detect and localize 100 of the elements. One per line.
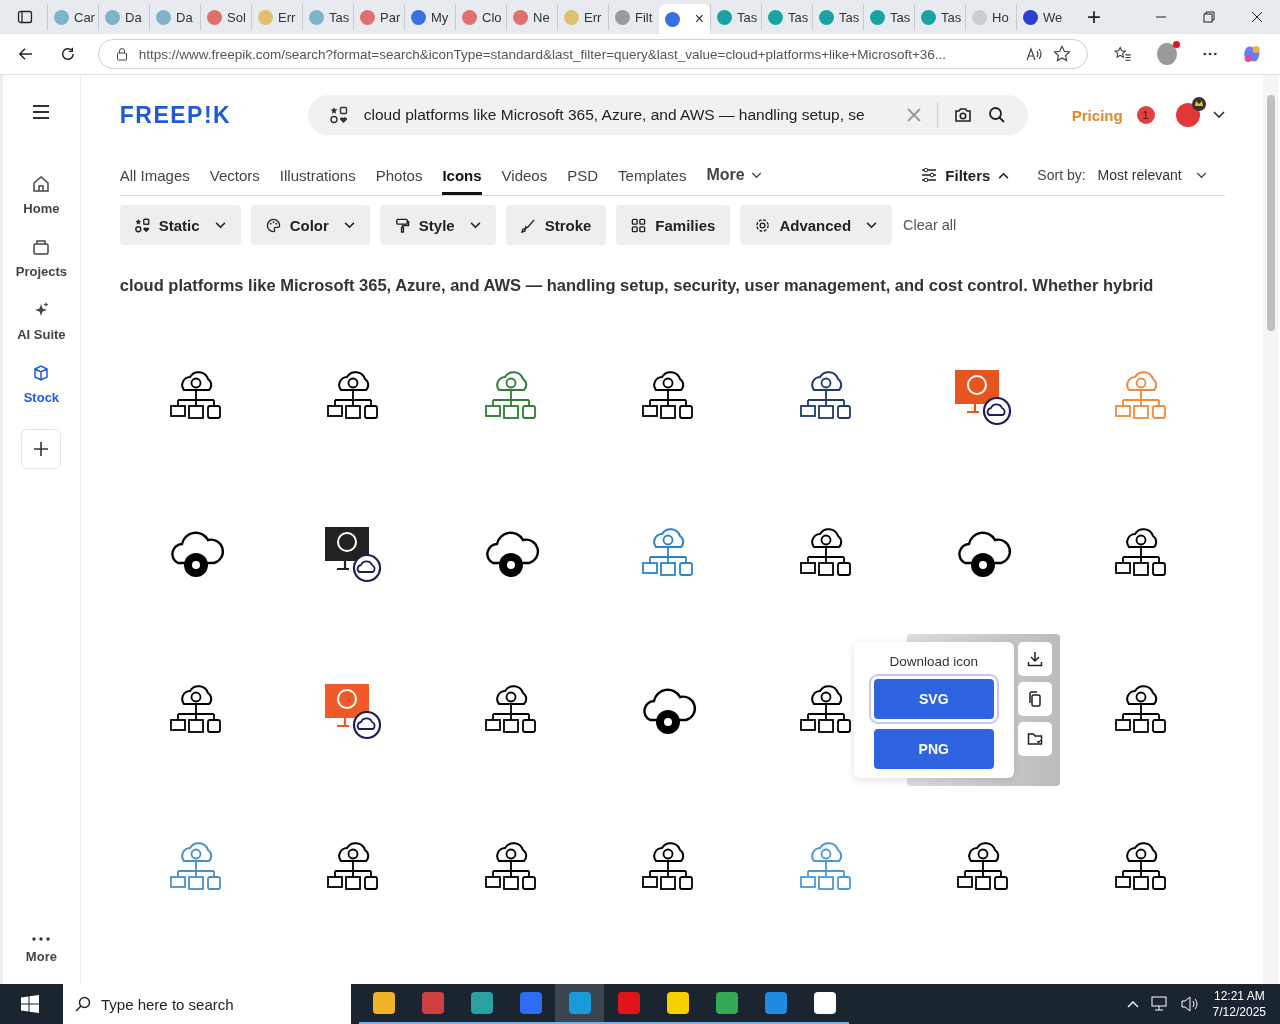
notification-badge[interactable]: 1 <box>1136 106 1155 124</box>
copy-icon <box>1026 691 1043 707</box>
browser-tab[interactable]: Err <box>251 4 302 30</box>
chevron-down-icon <box>1195 171 1207 179</box>
tab-actions-icon[interactable] <box>17 9 33 25</box>
folder-icon <box>32 238 51 256</box>
sidebar-item[interactable]: Home <box>23 175 60 216</box>
search-icon[interactable] <box>987 106 1006 124</box>
search-query-heading: cloud platforms like Microsoft 365, Azure, and AWS — handling setup, security, user management, and cost control. Whether hybrid <box>119 276 1155 295</box>
browser-tab[interactable]: × <box>659 4 710 34</box>
browser-tab[interactable]: Sol <box>200 4 251 30</box>
search-icon <box>75 996 91 1012</box>
sidebar-more-item[interactable]: More <box>25 937 57 964</box>
settings-icon <box>755 217 771 233</box>
new-tab-button[interactable]: + <box>1087 5 1101 29</box>
more-tab[interactable]: More <box>706 155 762 195</box>
chevron-down-icon <box>750 171 762 179</box>
user-avatar[interactable] <box>1174 96 1207 128</box>
category-tab[interactable]: Videos <box>501 155 548 195</box>
category-tab[interactable]: Illustrations <box>279 155 356 195</box>
more-options-icon[interactable] <box>1202 52 1217 56</box>
address-bar[interactable]: https://www.freepik.com/search?format=search&iconType=standard&last_filter=query&last_value=cloud+platforms+like+Microsoft+36... <box>97 39 1088 69</box>
brush-icon <box>520 217 536 233</box>
browser-tab[interactable]: We <box>1016 4 1067 30</box>
category-tab[interactable]: Templates <box>618 155 687 195</box>
download-icon <box>1026 651 1043 667</box>
taskbar-time[interactable]: 12:21 AM <box>1213 989 1265 1003</box>
shapes-icon <box>134 217 150 233</box>
star-icon[interactable] <box>1052 45 1071 63</box>
reload-icon[interactable] <box>59 45 76 63</box>
browser-tab[interactable]: Da <box>98 4 149 30</box>
icon-type-icon[interactable] <box>329 106 348 124</box>
sidebar-item[interactable]: Projects <box>15 238 68 279</box>
palette-icon <box>265 217 281 233</box>
search-field[interactable]: cloud platforms like Microsoft 365, Azure, and AWS — handling setup, se <box>363 106 891 124</box>
browser-tab[interactable]: Tas <box>914 4 965 30</box>
network-icon[interactable] <box>1150 996 1169 1012</box>
browser-tab[interactable]: Da <box>149 4 200 30</box>
sort-dropdown[interactable]: Most relevant <box>1097 167 1207 183</box>
logo[interactable]: FREEP!K <box>119 101 308 129</box>
scrollbar[interactable] <box>1262 75 1278 984</box>
filter-button[interactable]: Color <box>250 205 370 245</box>
chevron-down-icon[interactable] <box>1212 111 1225 119</box>
chevron-up-icon[interactable] <box>1126 1000 1139 1008</box>
icon-action-button[interactable] <box>1017 682 1052 716</box>
browser-tab[interactable]: Tas <box>761 4 812 30</box>
browser-tab[interactable]: Tas <box>863 4 914 30</box>
browser-tab[interactable]: Err <box>557 4 608 30</box>
filter-button[interactable]: Families <box>616 205 731 245</box>
browser-tab[interactable]: Clo <box>455 4 506 30</box>
category-tab[interactable]: All Images <box>119 155 190 195</box>
browser-tab[interactable]: Tas <box>302 4 353 30</box>
close-icon[interactable] <box>1251 11 1263 23</box>
copilot-icon[interactable] <box>1242 43 1262 65</box>
add-button[interactable] <box>21 429 62 469</box>
category-tab[interactable]: Icons <box>442 155 482 195</box>
filter-button[interactable]: Stroke <box>505 205 607 245</box>
restore-icon[interactable] <box>1203 11 1215 23</box>
sidebar-item[interactable]: AI Suite <box>17 301 66 342</box>
clear-all-link[interactable]: Clear all <box>903 217 957 233</box>
filter-button[interactable]: Advanced <box>740 205 893 245</box>
home-icon <box>32 175 51 193</box>
grid-icon <box>631 217 647 233</box>
folder-icon <box>1026 731 1043 747</box>
favorites-icon[interactable] <box>1113 45 1132 63</box>
camera-icon[interactable] <box>953 107 972 123</box>
filter-button[interactable]: Static <box>119 205 241 245</box>
start-icon[interactable] <box>21 995 39 1013</box>
filter-button[interactable]: Style <box>379 205 496 245</box>
browser-tab[interactable]: Ne <box>506 4 557 30</box>
sliders-icon <box>921 168 938 182</box>
filters-toggle[interactable]: Filters <box>921 166 1010 184</box>
browser-tab[interactable]: Par <box>353 4 404 30</box>
sort-label: Sort by: <box>1037 167 1086 183</box>
taskbar-date[interactable]: 7/12/2025 <box>1212 1005 1266 1019</box>
browser-tab[interactable]: Tas <box>710 4 761 30</box>
icon-action-button[interactable] <box>1017 722 1052 756</box>
taskbar-search-field[interactable]: Type here to search <box>101 995 341 1013</box>
paint-roller-icon <box>394 217 410 233</box>
browser-tab[interactable]: My <box>404 4 455 30</box>
search-bar[interactable]: cloud platforms like Microsoft 365, Azure, and AWS — handling setup, se <box>307 95 1028 135</box>
category-tab[interactable]: PSD <box>567 155 599 195</box>
cube-icon <box>32 364 51 382</box>
category-tab[interactable]: Photos <box>375 155 423 195</box>
sidebar-item[interactable]: Stock <box>23 364 60 405</box>
more-icon <box>32 937 51 941</box>
format-button[interactable]: PNG <box>873 729 994 769</box>
category-tab[interactable]: Vectors <box>209 155 260 195</box>
browser-tab[interactable]: Ho <box>965 4 1016 30</box>
taskbar-search-bar[interactable]: Type here to search <box>63 984 351 1024</box>
speaker-icon[interactable] <box>1180 996 1199 1012</box>
lock-icon <box>114 47 129 61</box>
read-aloud-icon[interactable] <box>1024 46 1043 62</box>
plus-icon <box>32 440 51 458</box>
browser-tab[interactable]: Tas <box>812 4 863 30</box>
profile-avatar[interactable] <box>1157 43 1177 65</box>
browser-tab[interactable]: Car <box>47 4 98 30</box>
icon-action-button[interactable] <box>1017 642 1052 676</box>
menu-icon[interactable] <box>32 105 51 119</box>
back-icon[interactable] <box>18 45 34 63</box>
